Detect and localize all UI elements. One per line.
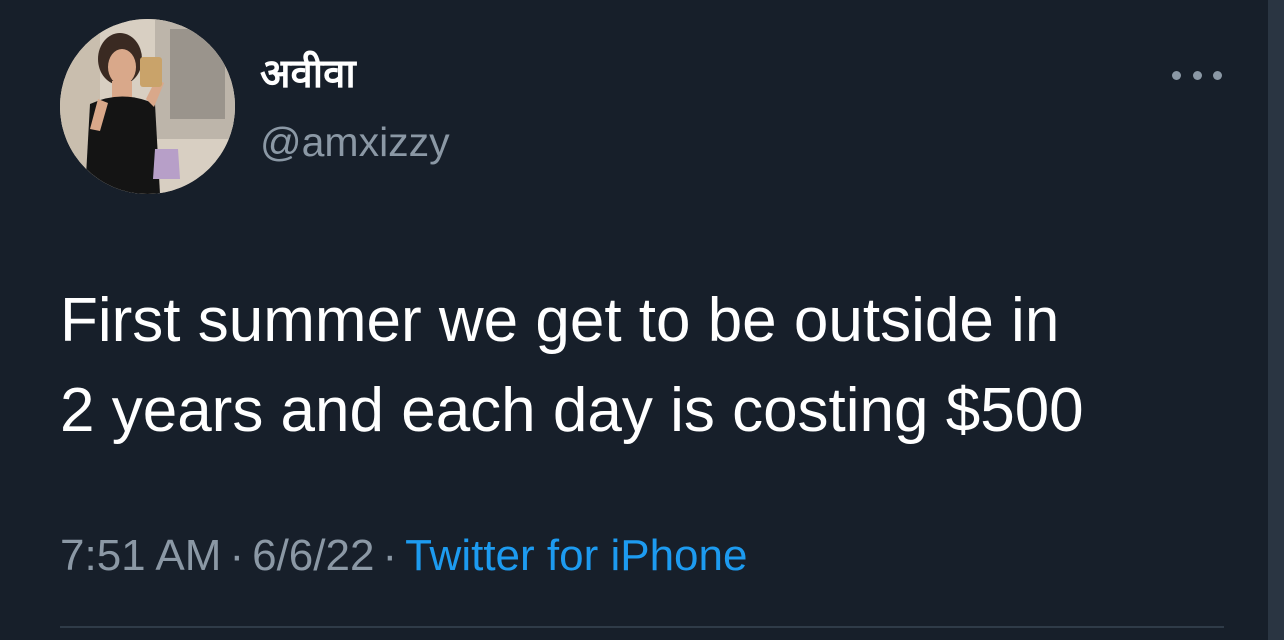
more-options-button[interactable] — [1172, 62, 1222, 88]
scrollbar-track — [1268, 0, 1284, 640]
tweet-source-link[interactable]: Twitter for iPhone — [405, 531, 747, 580]
more-horizontal-icon — [1172, 70, 1181, 80]
meta-separator: · — [382, 531, 398, 580]
tweet-card: अवीवा @amxizzy First summer we get to be… — [0, 0, 1284, 640]
tweet-metadata: 7:51 AM · 6/6/22 · Twitter for iPhone — [60, 528, 747, 584]
more-horizontal-icon-dot — [1192, 70, 1202, 80]
meta-separator: · — [229, 531, 245, 580]
display-name[interactable]: अवीवा — [260, 48, 356, 100]
tweet-text-line: 2 years and each day is costing $500 — [60, 376, 1084, 445]
tweet-time[interactable]: 7:51 AM — [60, 531, 221, 580]
tweet-date[interactable]: 6/6/22 — [252, 531, 374, 580]
divider — [60, 626, 1224, 628]
user-handle[interactable]: @amxizzy — [260, 118, 450, 166]
avatar-image — [60, 19, 235, 194]
tweet-text-line: First summer we get to be outside in — [60, 286, 1060, 355]
more-horizontal-icon-dot — [1213, 70, 1222, 80]
tweet-text: First summer we get to be outside in 2 y… — [60, 276, 1240, 456]
avatar[interactable] — [60, 19, 235, 194]
